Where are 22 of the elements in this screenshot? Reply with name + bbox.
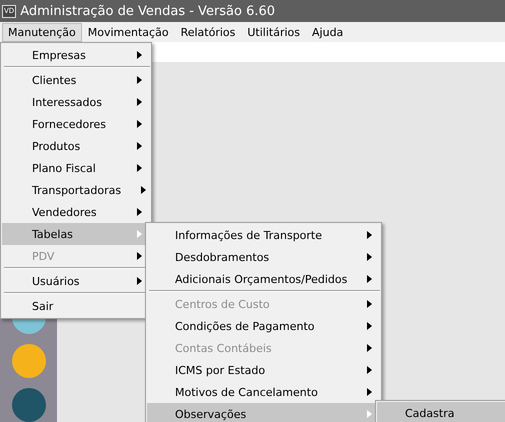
menu-item[interactable]: Fornecedores bbox=[2, 113, 150, 135]
menu-item[interactable]: Clientes bbox=[2, 69, 150, 91]
menu-item[interactable]: Vendedores bbox=[2, 201, 150, 223]
menu-bar-item[interactable]: Utilitários bbox=[241, 22, 306, 42]
menu-item[interactable]: Cadastra bbox=[377, 402, 505, 422]
menu-item[interactable]: Interessados bbox=[2, 91, 150, 113]
menu-item[interactable]: Plano Fiscal bbox=[2, 157, 150, 179]
menu-bar-item[interactable]: Movimentação bbox=[82, 22, 175, 42]
menu-item[interactable]: Desdobramentos bbox=[147, 246, 380, 268]
menu-item[interactable]: Informações de Transporte bbox=[147, 224, 380, 246]
menu-item[interactable]: Empresas bbox=[2, 44, 150, 66]
menu-bar-item[interactable]: Relatórios bbox=[174, 22, 242, 42]
menu-bar-item[interactable]: Manutenção bbox=[2, 22, 82, 42]
menu-bar-item[interactable]: Ajuda bbox=[306, 22, 350, 42]
window-title: Administração de Vendas - Versão 6.60 bbox=[20, 4, 276, 18]
menu-item[interactable]: Usuários bbox=[2, 270, 150, 292]
menu-item[interactable]: Motivos de Cancelamento bbox=[147, 381, 380, 403]
menu-item[interactable]: Condições de Pagamento bbox=[147, 315, 380, 337]
menu-item[interactable]: Transportadoras bbox=[2, 179, 150, 201]
menu-item[interactable]: ICMS por Estado bbox=[147, 359, 380, 381]
menu-item[interactable]: Adicionais Orçamentos/Pedidos bbox=[147, 268, 380, 290]
menu-item[interactable]: Produtos bbox=[2, 135, 150, 157]
